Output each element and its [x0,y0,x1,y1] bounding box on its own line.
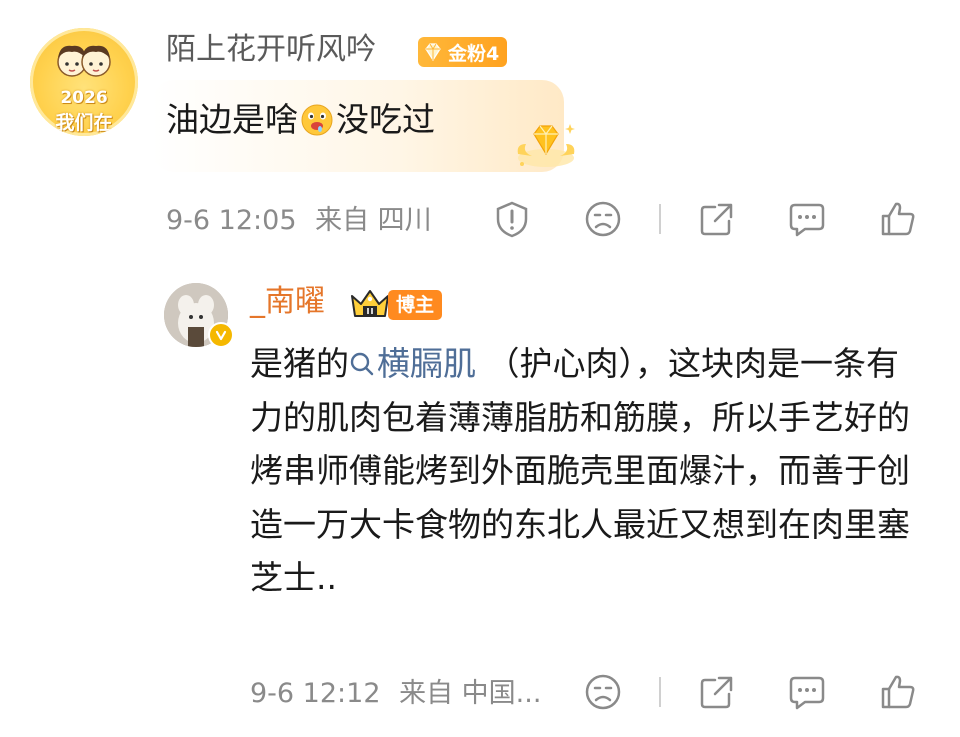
commenter-avatar[interactable]: 2026 我们在 [30,28,138,136]
reply-icon[interactable] [787,672,827,712]
verified-badge-icon [208,322,234,348]
dislike-icon[interactable] [583,199,623,239]
action-divider [659,204,661,234]
share-icon[interactable] [697,672,737,712]
like-icon[interactable] [878,672,918,712]
comment-text: 油边是啥 没吃过 [166,98,435,142]
blogger-role-badge: 博主 [388,290,443,320]
topic-link-label: 横膈肌 [377,344,476,383]
diamond-icon [425,43,441,62]
reply-time: 9-6 12:12 [250,678,381,709]
report-icon[interactable] [492,199,532,239]
commenter-username[interactable]: 陌上花开听风吟 [166,30,376,70]
drooling-face-emoji-icon [301,104,333,136]
avatar-characters-art [57,45,111,77]
reply-text: 是猪的 横膈肌 （护心肉），这块肉是一条有力的肌肉包着薄薄脂肪和筋膜，所以手艺好的… [250,337,910,605]
comment-location: 来自 四川 [315,205,432,236]
reply-location: 来自 中国... [399,678,542,709]
reply-meta: 9-6 12:12 来自 中国... [250,676,541,712]
comment-time: 9-6 12:05 [166,205,297,236]
avatar-caption-text: 我们在 [55,112,113,134]
comment-text-part1: 油边是啥 [166,100,298,139]
action-divider [659,677,661,707]
comment-meta: 9-6 12:05 来自 四川 [166,203,432,239]
comment-text-part2: 没吃过 [336,100,435,139]
reply-icon[interactable] [787,199,827,239]
topic-link[interactable]: 横膈肌 [349,344,476,383]
like-icon[interactable] [878,199,918,239]
gold-diamond-decoration-icon [517,124,575,167]
fan-badge-label: 金粉4 [448,42,500,65]
gold-fan-badge[interactable]: 金粉4 [418,37,508,67]
avatar-year-text: 2026 [60,88,108,108]
dislike-icon[interactable] [583,672,623,712]
share-icon[interactable] [697,199,737,239]
vip-crown-icon [351,290,389,317]
blogger-username[interactable]: _南曜 [250,282,325,322]
search-icon [350,352,374,376]
reply-text-prefix: 是猪的 [250,344,349,383]
